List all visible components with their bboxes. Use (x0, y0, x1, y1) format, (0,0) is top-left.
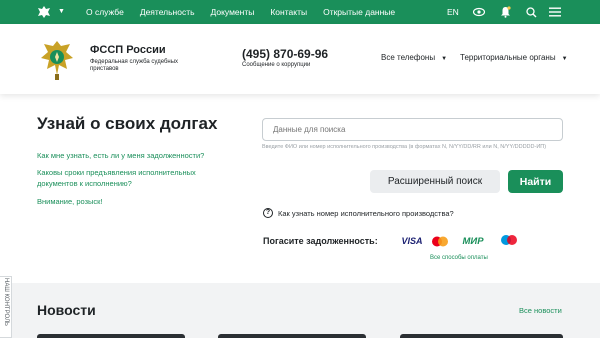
chevron-down-icon: ▼ (561, 56, 568, 62)
phone-caption: Сообщение о коррупции (242, 62, 311, 68)
nav-item-about[interactable]: О службе (86, 7, 124, 17)
news-card[interactable] (218, 334, 366, 338)
territorial-bodies-dropdown[interactable]: Территориальные органы ▼ (460, 53, 568, 62)
bell-icon[interactable] (498, 5, 512, 19)
top-nav: О службе Деятельность Документы Контакты… (86, 0, 411, 24)
all-payment-methods-link[interactable]: Все способы оплаты (430, 255, 488, 261)
chevron-down-icon: ▼ (441, 56, 448, 62)
hotline-phone[interactable]: (495) 870-69-96 (242, 47, 328, 61)
side-tab-label: НАШ КОНТРОЛЬ (3, 278, 9, 326)
news-card[interactable] (37, 334, 185, 338)
chevron-down-icon[interactable]: ▼ (58, 8, 65, 15)
news-title: Новости (37, 302, 96, 318)
site-header: ФССП России Федеральная служба судебных … (0, 24, 600, 94)
side-feedback-tab[interactable]: НАШ КОНТРОЛЬ (0, 276, 12, 338)
all-news-link[interactable]: Все новости (519, 306, 562, 315)
pay-debt-label: Погасите задолженность: (263, 236, 378, 246)
dropdown-label: Территориальные органы (460, 53, 556, 62)
brand-subtitle: Федеральная служба судебных приставов (90, 59, 179, 72)
search-icon[interactable] (524, 5, 538, 19)
all-phones-dropdown[interactable]: Все телефоны ▼ (381, 53, 447, 62)
news-card[interactable] (400, 334, 563, 338)
faq-link-debts[interactable]: Как мне узнать, есть ли у меня задолженн… (37, 150, 227, 161)
nav-item-contacts[interactable]: Контакты (270, 7, 307, 17)
menu-icon[interactable] (548, 5, 562, 19)
nav-item-documents[interactable]: Документы (211, 7, 255, 17)
advanced-search-button[interactable]: Расширенный поиск (370, 170, 500, 193)
mastercard-logo[interactable] (430, 233, 450, 249)
brand-title[interactable]: ФССП России (90, 44, 166, 56)
how-to-label: Как узнать номер исполнительного произво… (278, 208, 454, 218)
question-icon: ? (263, 208, 273, 218)
dropdown-label: Все телефоны (381, 53, 436, 62)
top-bar: ▼ О службе Деятельность Документы Контак… (0, 0, 600, 24)
nav-item-activity[interactable]: Деятельность (140, 7, 195, 17)
wanted-link[interactable]: Внимание, розыск! (37, 196, 227, 207)
search-hint: Введите ФИО или номер исполнительного пр… (262, 144, 547, 150)
page-title: Узнай о своих долгах (37, 114, 218, 133)
fssp-emblem-logo[interactable] (37, 38, 77, 82)
emblem-icon[interactable] (36, 4, 52, 20)
faq-link-deadlines[interactable]: Каковы сроки предъявления исполнительных… (37, 167, 212, 189)
how-to-find-number-link[interactable]: ? Как узнать номер исполнительного произ… (263, 208, 454, 218)
debt-search-input[interactable] (262, 118, 563, 141)
mir-logo[interactable]: МИР (456, 233, 490, 249)
low-vision-icon[interactable] (472, 5, 486, 19)
nav-item-open-data[interactable]: Открытые данные (323, 7, 395, 17)
maestro-logo[interactable] (498, 233, 520, 249)
language-switch[interactable]: EN (447, 7, 459, 17)
find-button[interactable]: Найти (508, 170, 563, 193)
visa-logo[interactable]: VISA (400, 233, 424, 249)
